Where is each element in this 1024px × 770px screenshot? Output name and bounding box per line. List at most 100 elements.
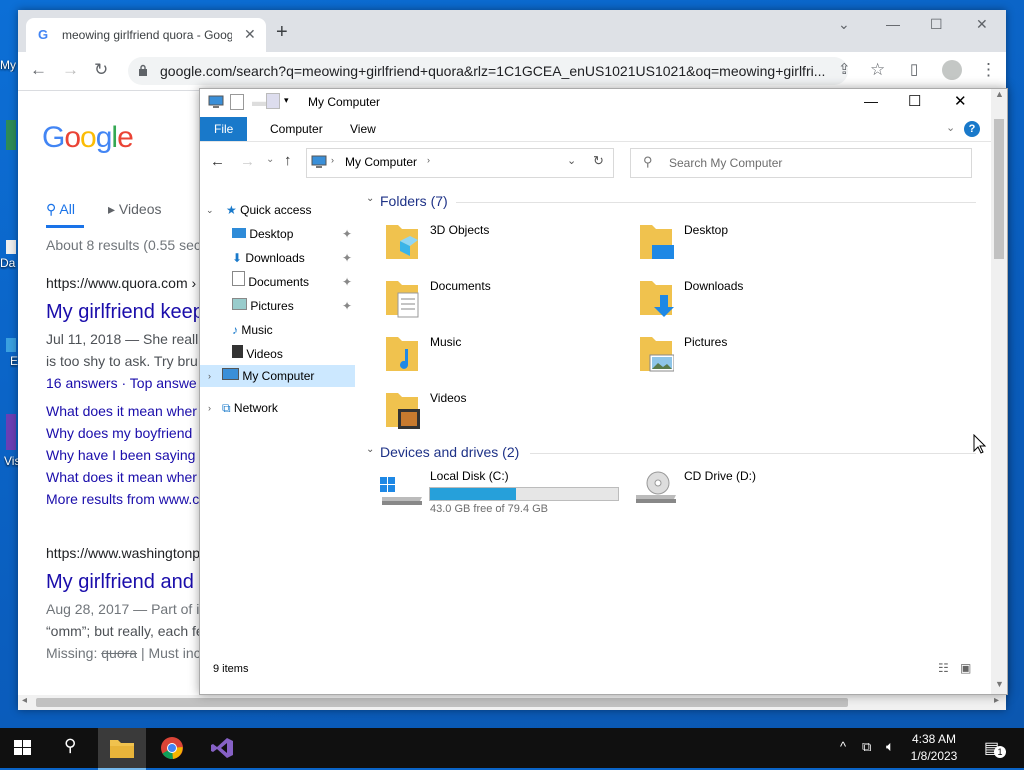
folder-item[interactable]: Downloads: [638, 275, 878, 325]
back-icon[interactable]: ←: [30, 60, 47, 80]
menu-icon[interactable]: ⋮: [980, 60, 997, 80]
address-bar[interactable]: google.com/search?q=meowing+girlfriend+q…: [128, 57, 848, 85]
result-title[interactable]: My girlfriend keep: [46, 301, 206, 324]
maximize-button[interactable]: ☐: [908, 92, 921, 110]
folder-item[interactable]: Desktop: [638, 219, 878, 269]
close-button[interactable]: ✕: [976, 16, 988, 33]
result-title[interactable]: My girlfriend and: [46, 571, 206, 594]
breadcrumb-chevron-icon[interactable]: ›: [331, 155, 334, 165]
minimize-button[interactable]: —: [864, 93, 878, 109]
related-link[interactable]: What does it mean wher: [46, 469, 206, 485]
ribbon-tab-view[interactable]: View: [336, 117, 390, 141]
nav-item-documents[interactable]: Documents ✦: [232, 271, 352, 293]
drive-c[interactable]: Local Disk (C:) 43.0 GB free of 79.4 GB: [380, 469, 630, 519]
folder-item[interactable]: Music: [384, 331, 624, 381]
nav-item-desktop[interactable]: Desktop ✦: [232, 223, 352, 245]
drive-d[interactable]: CD Drive (D:): [634, 469, 874, 519]
folder-item[interactable]: Pictures: [638, 331, 878, 381]
search-icon[interactable]: ⚲: [64, 736, 76, 760]
maximize-button[interactable]: ☐: [930, 16, 943, 33]
expand-ribbon-icon[interactable]: ⌄: [946, 121, 955, 134]
clock-time[interactable]: 4:38 AM: [904, 732, 964, 748]
scroll-right-icon[interactable]: ▸: [994, 695, 999, 706]
more-results-link[interactable]: More results from www.c: [46, 491, 206, 507]
properties-icon[interactable]: [230, 94, 244, 110]
tab-all[interactable]: ⚲ All: [46, 201, 75, 218]
folders-group-header[interactable]: Folders (7): [380, 193, 448, 209]
nav-quick-access[interactable]: ★ Quick access: [226, 199, 311, 221]
browser-tab[interactable]: G meowing girlfriend quora - Goog ✕: [26, 18, 266, 52]
related-link[interactable]: Why does my boyfriend: [46, 425, 206, 441]
scroll-thumb[interactable]: [36, 698, 848, 707]
network-icon[interactable]: ⧉: [862, 739, 871, 757]
tab-videos[interactable]: ▸ Videos: [108, 201, 161, 218]
customize-toolbar-icon[interactable]: ▾: [284, 95, 289, 106]
clock-date[interactable]: 1/8/2023: [904, 749, 964, 765]
quick-access-toolbar-icon[interactable]: [266, 93, 280, 109]
bookmark-star-icon[interactable]: ☆: [870, 60, 885, 80]
nav-item-pictures[interactable]: Pictures ✦: [232, 295, 352, 317]
nav-my-computer[interactable]: My Computer: [222, 365, 314, 387]
horizontal-scrollbar[interactable]: ◂ ▸: [18, 695, 1006, 710]
new-folder-icon[interactable]: ▬: [252, 93, 266, 109]
nav-item-music[interactable]: ♪ Music: [232, 319, 273, 341]
result-url[interactable]: https://www.washingtonp: [46, 545, 206, 561]
drives-group-header[interactable]: Devices and drives (2): [380, 444, 519, 460]
ribbon-tab-computer[interactable]: Computer: [256, 117, 337, 141]
folder-item[interactable]: Videos: [384, 387, 624, 437]
close-tab-icon[interactable]: ✕: [244, 26, 256, 43]
help-icon[interactable]: ?: [964, 121, 980, 137]
related-link[interactable]: Why have I been saying: [46, 447, 206, 463]
minimize-button[interactable]: —: [886, 16, 900, 32]
profile-avatar-icon[interactable]: [942, 60, 962, 80]
breadcrumb-item[interactable]: My Computer: [345, 155, 417, 169]
forward-icon[interactable]: →: [62, 60, 79, 80]
search-box[interactable]: ⚲ Search My Computer: [630, 148, 972, 178]
nav-item-downloads[interactable]: ⬇ Downloads ✦: [232, 247, 352, 269]
expand-chevron-icon[interactable]: ›: [208, 397, 211, 419]
nav-network[interactable]: ⧉ Network: [222, 397, 278, 419]
taskbar-file-explorer[interactable]: [98, 728, 146, 770]
collapse-chevron-icon[interactable]: ⌄: [206, 199, 214, 221]
desktop-icon[interactable]: [6, 414, 16, 450]
related-link[interactable]: What does it mean wher: [46, 403, 206, 419]
vertical-scrollbar[interactable]: ▲ ▼: [991, 89, 1007, 694]
show-hidden-icons-icon[interactable]: ^: [840, 739, 846, 757]
google-logo[interactable]: Google: [42, 121, 134, 155]
taskbar-visual-studio[interactable]: [198, 728, 246, 768]
ribbon-tab-file[interactable]: File: [200, 117, 248, 141]
expand-chevron-icon[interactable]: ›: [208, 365, 211, 387]
scroll-down-icon[interactable]: ▼: [995, 679, 1004, 689]
windows-start-icon[interactable]: [14, 740, 32, 756]
address-bar[interactable]: › My Computer › ⌄ ↻: [306, 148, 614, 178]
up-icon[interactable]: ↑: [284, 152, 292, 169]
nav-item-videos[interactable]: Videos: [232, 343, 283, 365]
notification-center[interactable]: ▤ 1: [984, 738, 1006, 758]
desktop-icon-label[interactable]: My: [0, 58, 18, 72]
desktop-icon[interactable]: [6, 120, 16, 150]
breadcrumb-chevron-icon[interactable]: ›: [427, 155, 430, 165]
desktop-icon-label[interactable]: Da: [0, 256, 18, 270]
refresh-icon[interactable]: ↻: [593, 153, 604, 169]
recent-locations-icon[interactable]: ⌄: [266, 154, 274, 165]
side-panel-icon[interactable]: ▯: [910, 60, 918, 80]
close-button[interactable]: ✕: [954, 92, 967, 110]
folder-item[interactable]: 3D Objects: [384, 219, 624, 269]
address-dropdown-icon[interactable]: ⌄: [567, 154, 576, 167]
share-icon[interactable]: ⇪: [838, 60, 851, 80]
back-icon[interactable]: ←: [210, 153, 225, 170]
folder-item[interactable]: Documents: [384, 275, 624, 325]
result-url[interactable]: https://www.quora.com ›: [46, 275, 206, 291]
scroll-thumb[interactable]: [994, 119, 1004, 259]
collapse-group-icon[interactable]: ⌄: [366, 193, 374, 204]
scroll-left-icon[interactable]: ◂: [22, 695, 27, 706]
answers-link[interactable]: 16 answers · Top answe: [46, 375, 206, 391]
large-icons-view-icon[interactable]: ▣: [960, 661, 971, 675]
desktop-icon[interactable]: [6, 240, 16, 254]
new-tab-button[interactable]: +: [276, 22, 288, 42]
taskbar-chrome[interactable]: [148, 728, 196, 768]
tab-search-icon[interactable]: ⌄: [838, 16, 850, 33]
reload-icon[interactable]: ↻: [94, 60, 108, 80]
desktop-icon[interactable]: [6, 338, 16, 352]
details-view-icon[interactable]: ☷: [938, 661, 949, 675]
